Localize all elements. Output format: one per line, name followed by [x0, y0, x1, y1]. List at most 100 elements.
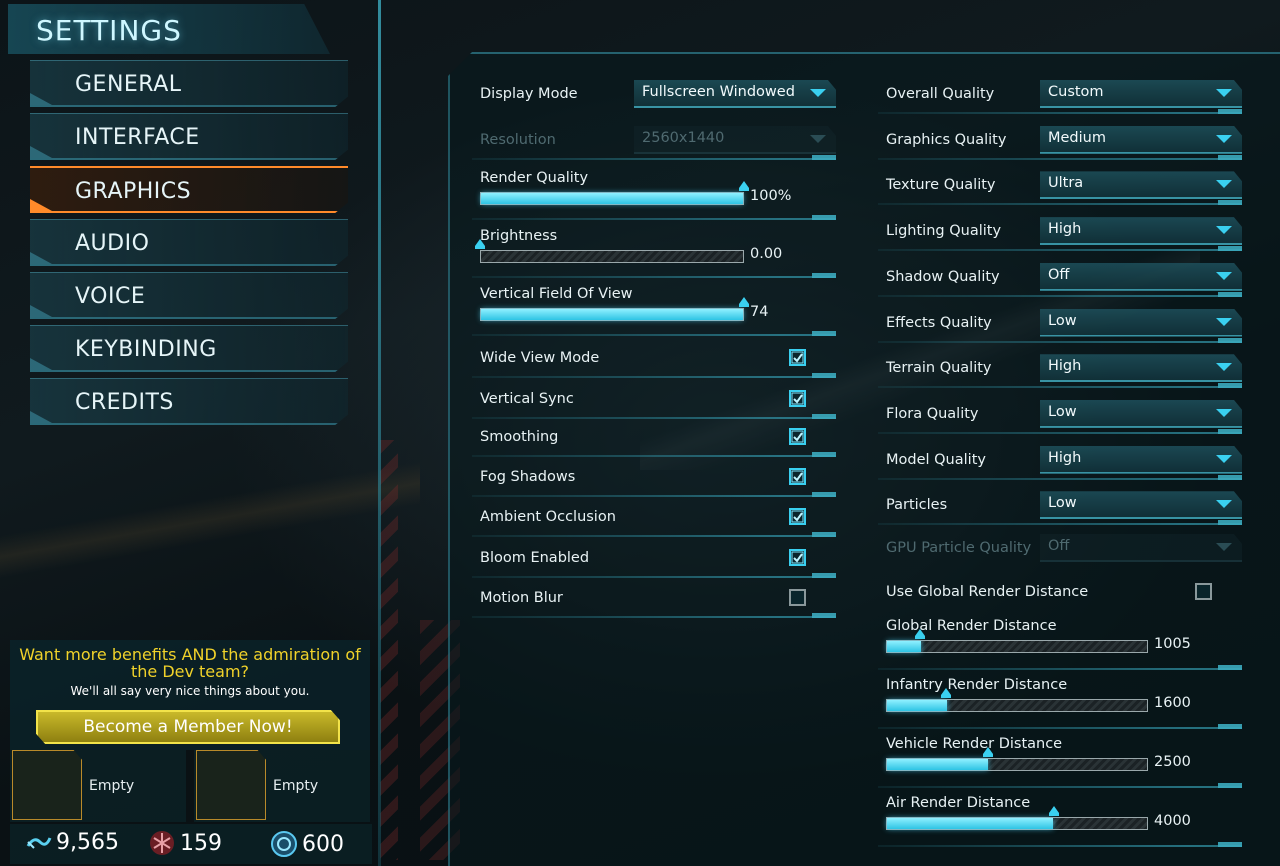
quality-dropdown[interactable]: Medium	[1040, 125, 1242, 154]
slot-label: Empty	[273, 778, 319, 794]
dropdown-label: Lighting Quality	[886, 223, 1002, 240]
certs-display: 9,565	[26, 830, 119, 855]
row-divider	[878, 842, 1242, 847]
row-divider	[878, 109, 1242, 114]
chevron-down-icon	[1216, 317, 1232, 326]
setting-checkbox[interactable]	[789, 349, 806, 366]
slider-handle[interactable]	[739, 181, 749, 191]
fov-label: Vertical Field Of View	[480, 286, 633, 302]
checkbox-label: Wide View Mode	[480, 350, 600, 366]
row-divider	[472, 532, 836, 537]
boost-slot[interactable]: Empty	[194, 750, 370, 822]
setting-dropdown-row: Texture Quality Ultra	[878, 165, 1242, 206]
nav-item-graphics[interactable]: GRAPHICS	[30, 166, 348, 213]
slider-handle[interactable]	[915, 629, 926, 639]
render-distance-label: Infantry Render Distance	[886, 677, 1068, 693]
display-mode-dropdown[interactable]: Fullscreen Windowed	[634, 80, 836, 108]
row-divider	[878, 154, 1242, 160]
dropdown-label: Overall Quality	[886, 86, 995, 102]
dropdown-label: Particles	[886, 497, 948, 514]
render-distance-label: Global Render Distance	[886, 618, 1057, 634]
checkbox-label: Smoothing	[480, 429, 559, 445]
render-distance-slider[interactable]	[886, 758, 1148, 771]
setting-vertical-fov: Vertical Field Of View 74	[472, 286, 836, 336]
setting-dropdown-row: Shadow Quality Off	[878, 257, 1242, 297]
render-distance-slider[interactable]	[886, 699, 1148, 712]
setting-display-mode: Display Mode Fullscreen Windowed	[472, 74, 836, 114]
row-divider	[878, 383, 1242, 389]
setting-dropdown-row: Effects Quality Low	[878, 303, 1242, 343]
quality-dropdown[interactable]: Custom	[1040, 80, 1242, 108]
chevron-down-icon	[1216, 363, 1232, 372]
setting-checkbox[interactable]	[789, 508, 806, 525]
chevron-down-icon	[1216, 89, 1232, 97]
row-divider	[878, 724, 1242, 729]
dropdown-value: Low	[1048, 403, 1077, 420]
quality-dropdown[interactable]: Low	[1040, 308, 1242, 337]
dropdown-value: Custom	[1048, 84, 1104, 100]
slider-handle[interactable]	[739, 297, 749, 307]
dropdown-value: Low	[1048, 495, 1077, 512]
setting-render-distance: Global Render Distance 1005	[878, 618, 1242, 670]
render-distance-slider[interactable]	[886, 640, 1148, 653]
row-divider	[878, 246, 1242, 252]
chevron-down-icon	[1216, 271, 1232, 280]
boost-slot[interactable]: Empty	[10, 750, 186, 822]
quality-dropdown[interactable]: Low	[1040, 399, 1242, 428]
settings-sidebar: SETTINGS GENERAL INTERFACE GRAPHICS AUDI…	[0, 0, 380, 866]
render-distance-slider[interactable]	[886, 817, 1148, 830]
slider-fill	[887, 641, 921, 652]
nav-item-keybinding[interactable]: KEYBINDING	[30, 325, 348, 372]
setting-dropdown-row: Particles Low	[878, 485, 1242, 526]
nav-item-general[interactable]: GENERAL	[30, 60, 348, 107]
nav-item-voice[interactable]: VOICE	[30, 272, 348, 319]
fov-value: 74	[750, 304, 769, 320]
setting-checkbox[interactable]	[789, 428, 806, 445]
row-divider	[878, 783, 1242, 788]
setting-checkbox[interactable]	[789, 549, 806, 566]
slider-handle[interactable]	[475, 239, 485, 249]
quality-dropdown[interactable]: High	[1040, 217, 1242, 246]
become-member-button[interactable]: Become a Member Now!	[36, 710, 340, 744]
nav-item-credits[interactable]: CREDITS	[30, 378, 348, 425]
nav-item-interface[interactable]: INTERFACE	[30, 113, 348, 160]
dropdown-value: High	[1048, 449, 1082, 466]
slider-handle[interactable]	[941, 688, 952, 698]
quality-dropdown[interactable]: Low	[1040, 491, 1242, 520]
settings-title: SETTINGS	[8, 4, 330, 54]
quality-dropdown[interactable]: High	[1040, 354, 1242, 383]
quality-dropdown[interactable]: High	[1040, 445, 1242, 474]
daybreak-cash-icon	[148, 830, 176, 856]
daybreak-cash-count: 159	[180, 830, 222, 856]
setting-checkbox[interactable]	[789, 390, 806, 407]
checkbox-label: Ambient Occlusion	[480, 509, 616, 525]
chevron-down-icon	[1216, 454, 1232, 463]
quality-dropdown[interactable]: Ultra	[1040, 171, 1242, 200]
setting-checkbox[interactable]	[789, 589, 806, 606]
row-divider	[472, 215, 836, 220]
slot-frame	[12, 750, 82, 820]
render-quality-slider[interactable]	[480, 192, 744, 205]
chevron-down-icon	[1216, 134, 1232, 143]
brightness-label: Brightness	[480, 228, 558, 244]
setting-checkbox-row: Smoothing	[472, 417, 836, 457]
slider-handle[interactable]	[983, 747, 994, 757]
slider-fill	[887, 700, 947, 711]
fov-slider[interactable]	[480, 308, 744, 321]
slider-handle[interactable]	[1048, 806, 1059, 816]
nav-item-audio[interactable]: AUDIO	[30, 219, 348, 266]
brightness-slider[interactable]	[480, 250, 744, 263]
render-quality-label: Render Quality	[480, 170, 589, 186]
checkbox-label: Fog Shadows	[480, 469, 576, 485]
setting-render-distance: Infantry Render Distance 1600	[878, 677, 1242, 729]
row-divider	[472, 273, 836, 278]
use-global-render-checkbox[interactable]	[1195, 583, 1212, 600]
row-divider	[878, 474, 1242, 480]
setting-dropdown-row: Flora Quality Low	[878, 394, 1242, 434]
promo-headline: Want more benefits AND the admiration of…	[19, 645, 361, 681]
dropdown-label: Model Quality	[886, 451, 986, 468]
quality-dropdown[interactable]: Off	[1040, 262, 1242, 291]
row-divider	[472, 373, 836, 378]
membership-promo: Want more benefits AND the admiration of…	[10, 640, 370, 750]
setting-checkbox[interactable]	[789, 468, 806, 485]
